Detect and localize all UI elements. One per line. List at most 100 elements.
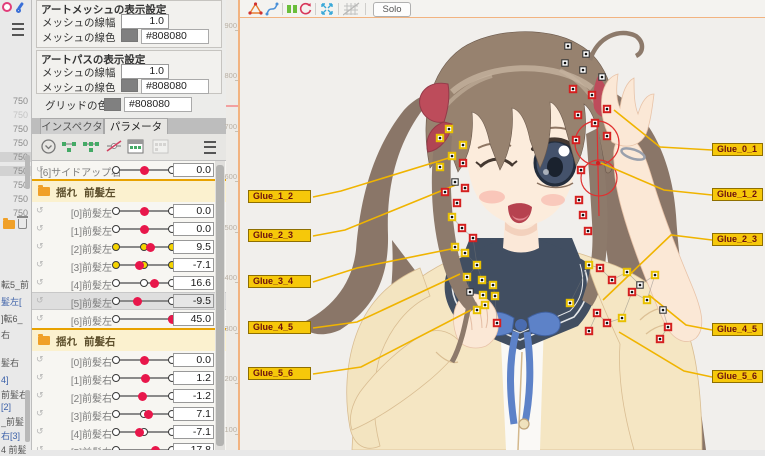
control-point[interactable] xyxy=(586,328,592,334)
line-color-swatch[interactable] xyxy=(121,79,138,92)
parameter-slider[interactable] xyxy=(116,318,172,320)
tab-parameter[interactable]: パラメータ xyxy=(104,118,168,135)
parameter-slider[interactable] xyxy=(116,210,172,212)
slider-handle[interactable] xyxy=(140,225,149,234)
control-point[interactable] xyxy=(589,92,595,98)
control-point[interactable] xyxy=(479,277,485,283)
control-point[interactable] xyxy=(573,137,579,143)
control-point[interactable] xyxy=(624,269,630,275)
parameter-value[interactable]: -9.5 xyxy=(173,294,214,308)
control-point[interactable] xyxy=(474,262,480,268)
parameter-row[interactable]: ↺[1]前髪左0.0 xyxy=(32,220,226,238)
strip-scrollbar-upper[interactable] xyxy=(25,155,30,189)
control-point[interactable] xyxy=(446,126,452,132)
control-point[interactable] xyxy=(460,142,466,148)
line-color-input[interactable]: #808080 xyxy=(141,79,209,94)
parameter-row[interactable]: ↺[3]前髪右7.1 xyxy=(32,405,226,423)
parameter-slider[interactable] xyxy=(116,264,172,266)
control-point[interactable] xyxy=(586,262,592,268)
deformer-row[interactable]: 髪左[ xyxy=(1,295,30,308)
slider-handle[interactable] xyxy=(151,446,160,451)
slider-handle[interactable] xyxy=(146,243,155,252)
key-tool-icon[interactable] xyxy=(15,2,26,13)
parameter-value[interactable]: 45.0 xyxy=(173,312,214,326)
deformer-row[interactable]: 右 xyxy=(1,328,30,341)
control-point[interactable] xyxy=(460,160,466,166)
control-point[interactable] xyxy=(592,120,598,126)
control-point[interactable] xyxy=(459,225,465,231)
parameter-row[interactable]: ↺[3]前髪左-7.1 xyxy=(32,256,226,274)
control-point[interactable] xyxy=(570,86,576,92)
parameter-value[interactable]: -1.2 xyxy=(173,389,214,403)
record-icon[interactable] xyxy=(2,2,12,12)
parameter-value[interactable]: 0.0 xyxy=(173,222,214,236)
path-edit-icon[interactable] xyxy=(265,2,279,16)
deformer-row[interactable]: 750 xyxy=(1,124,28,134)
slider-handle[interactable] xyxy=(140,166,149,175)
glue-label[interactable]: Glue_5_6 xyxy=(248,367,311,380)
control-point[interactable] xyxy=(470,235,476,241)
control-point[interactable] xyxy=(599,74,605,80)
strip-menu-icon[interactable] xyxy=(12,23,24,36)
parameter-slider[interactable] xyxy=(116,300,172,302)
slider-handle[interactable] xyxy=(140,356,149,365)
control-point[interactable] xyxy=(464,274,470,280)
control-point[interactable] xyxy=(437,135,443,141)
parameter-slider[interactable] xyxy=(116,431,172,433)
deformer-row[interactable]: 髪右 xyxy=(1,356,30,369)
control-point[interactable] xyxy=(578,167,584,173)
parameter-folder-header[interactable]: 揺れ前髪左 xyxy=(32,179,226,202)
control-point[interactable] xyxy=(580,212,586,218)
parameter-slider[interactable] xyxy=(116,377,172,379)
parameter-row[interactable]: ↺[5]前髪左-9.5 xyxy=(32,292,226,310)
control-point[interactable] xyxy=(452,244,458,250)
model-canvas[interactable]: Glue_1_2Glue_2_3Glue_3_4Glue_4_5Glue_5_6… xyxy=(240,18,765,450)
deformer-row[interactable]: ]転6_ xyxy=(1,312,30,325)
parameter-slider[interactable] xyxy=(116,228,172,230)
parameter-row[interactable]: ↺[6]サイドアップ右0.0 xyxy=(32,161,226,179)
control-point[interactable] xyxy=(567,300,573,306)
control-point[interactable] xyxy=(594,310,600,316)
parameter-slider[interactable] xyxy=(116,413,172,415)
control-point[interactable] xyxy=(452,179,458,185)
control-point[interactable] xyxy=(637,282,643,288)
parameter-menu-icon[interactable] xyxy=(204,141,216,154)
control-point[interactable] xyxy=(490,282,496,288)
parameter-slider[interactable] xyxy=(116,359,172,361)
parameter-value[interactable]: 0.0 xyxy=(173,353,214,367)
parameter-row[interactable]: ↺[2]前髪右-1.2 xyxy=(32,387,226,405)
control-point[interactable] xyxy=(449,153,455,159)
parameter-row[interactable]: ↺[6]前髪左45.0 xyxy=(32,310,226,328)
control-point[interactable] xyxy=(467,289,473,295)
parameter-value[interactable]: 16.6 xyxy=(173,276,214,290)
slider-handle[interactable] xyxy=(133,297,142,306)
parameter-row[interactable]: ↺[0]前髪右0.0 xyxy=(32,351,226,369)
control-point[interactable] xyxy=(604,106,610,112)
slider-handle[interactable] xyxy=(141,374,150,383)
control-point[interactable] xyxy=(454,200,460,206)
control-point[interactable] xyxy=(480,292,486,298)
slider-handle[interactable] xyxy=(138,392,147,401)
control-point[interactable] xyxy=(585,228,591,234)
control-point[interactable] xyxy=(492,293,498,299)
parameter-row[interactable]: ↺[4]前髪左16.6 xyxy=(32,274,226,292)
solo-button[interactable]: Solo xyxy=(373,2,411,17)
deformer-row[interactable]: 750 xyxy=(1,180,28,190)
slider-handle[interactable] xyxy=(150,279,159,288)
parameter-value[interactable]: 0.0 xyxy=(173,204,214,218)
control-point[interactable] xyxy=(619,315,625,321)
collapse-all-icon[interactable] xyxy=(41,139,56,154)
parameter-slider[interactable] xyxy=(116,395,172,397)
parameter-scrollbar[interactable] xyxy=(215,161,225,450)
parameter-value[interactable]: -7.1 xyxy=(173,258,214,272)
parameter-value[interactable]: 17.8 xyxy=(173,443,214,451)
control-point[interactable] xyxy=(629,289,635,295)
trash-icon[interactable] xyxy=(18,219,27,229)
deformer-row[interactable]: 4] xyxy=(1,375,30,385)
deformer-row[interactable]: 転5_前 xyxy=(1,278,30,291)
control-point[interactable] xyxy=(462,185,468,191)
parameter-value[interactable]: 9.5 xyxy=(173,240,214,254)
grid-toggle-icon[interactable] xyxy=(343,2,360,16)
control-point[interactable] xyxy=(604,133,610,139)
glue-label[interactable]: Glue_1_2 xyxy=(712,188,763,201)
